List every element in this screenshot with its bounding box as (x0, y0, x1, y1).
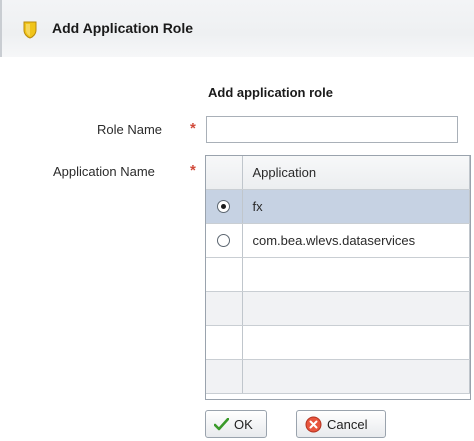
application-table: Application fx com.bea.wlevs.dataservice… (205, 155, 471, 400)
cancel-button-label: Cancel (327, 416, 368, 432)
application-cell[interactable]: fx (242, 189, 470, 224)
shield-icon (23, 21, 37, 39)
ok-button-label: OK (234, 416, 253, 432)
cancel-icon (305, 416, 322, 432)
role-name-label: Role Name (97, 122, 163, 137)
table-row[interactable]: fx (206, 189, 470, 224)
application-cell (242, 325, 470, 360)
table-row (206, 257, 470, 292)
row-empty-cell (206, 291, 243, 326)
table-row (206, 325, 470, 360)
row-empty-cell (206, 359, 243, 394)
role-name-required-marker: * (190, 120, 196, 137)
radio-button-selected[interactable] (217, 199, 231, 213)
application-name-required-marker: * (190, 162, 196, 179)
check-icon (214, 417, 229, 430)
add-application-role-dialog: Add Application Role Add application rol… (0, 0, 474, 441)
table-row (206, 291, 470, 326)
application-cell (242, 359, 470, 394)
table-header-row: Application (206, 156, 470, 190)
dialog-title-bar: Add Application Role (0, 0, 474, 57)
title-bar-edge (0, 0, 2, 57)
select-column-header (206, 156, 243, 190)
application-cell[interactable]: com.bea.wlevs.dataservices (242, 223, 470, 258)
dialog-title: Add Application Role (52, 20, 194, 36)
role-name-input[interactable] (206, 116, 458, 143)
cancel-button[interactable]: Cancel (296, 410, 386, 438)
table-row[interactable]: com.bea.wlevs.dataservices (206, 223, 470, 258)
row-empty-cell (206, 325, 243, 360)
radio-button[interactable] (217, 233, 231, 247)
row-radio-cell[interactable] (206, 189, 243, 224)
application-column-header[interactable]: Application (242, 156, 470, 190)
row-radio-cell[interactable] (206, 223, 243, 258)
application-name-label: Application Name (53, 164, 155, 179)
application-cell (242, 257, 470, 292)
application-cell (242, 291, 470, 326)
ok-button[interactable]: OK (205, 410, 267, 438)
table-row (206, 359, 470, 394)
row-empty-cell (206, 257, 243, 292)
section-title: Add application role (208, 85, 333, 100)
